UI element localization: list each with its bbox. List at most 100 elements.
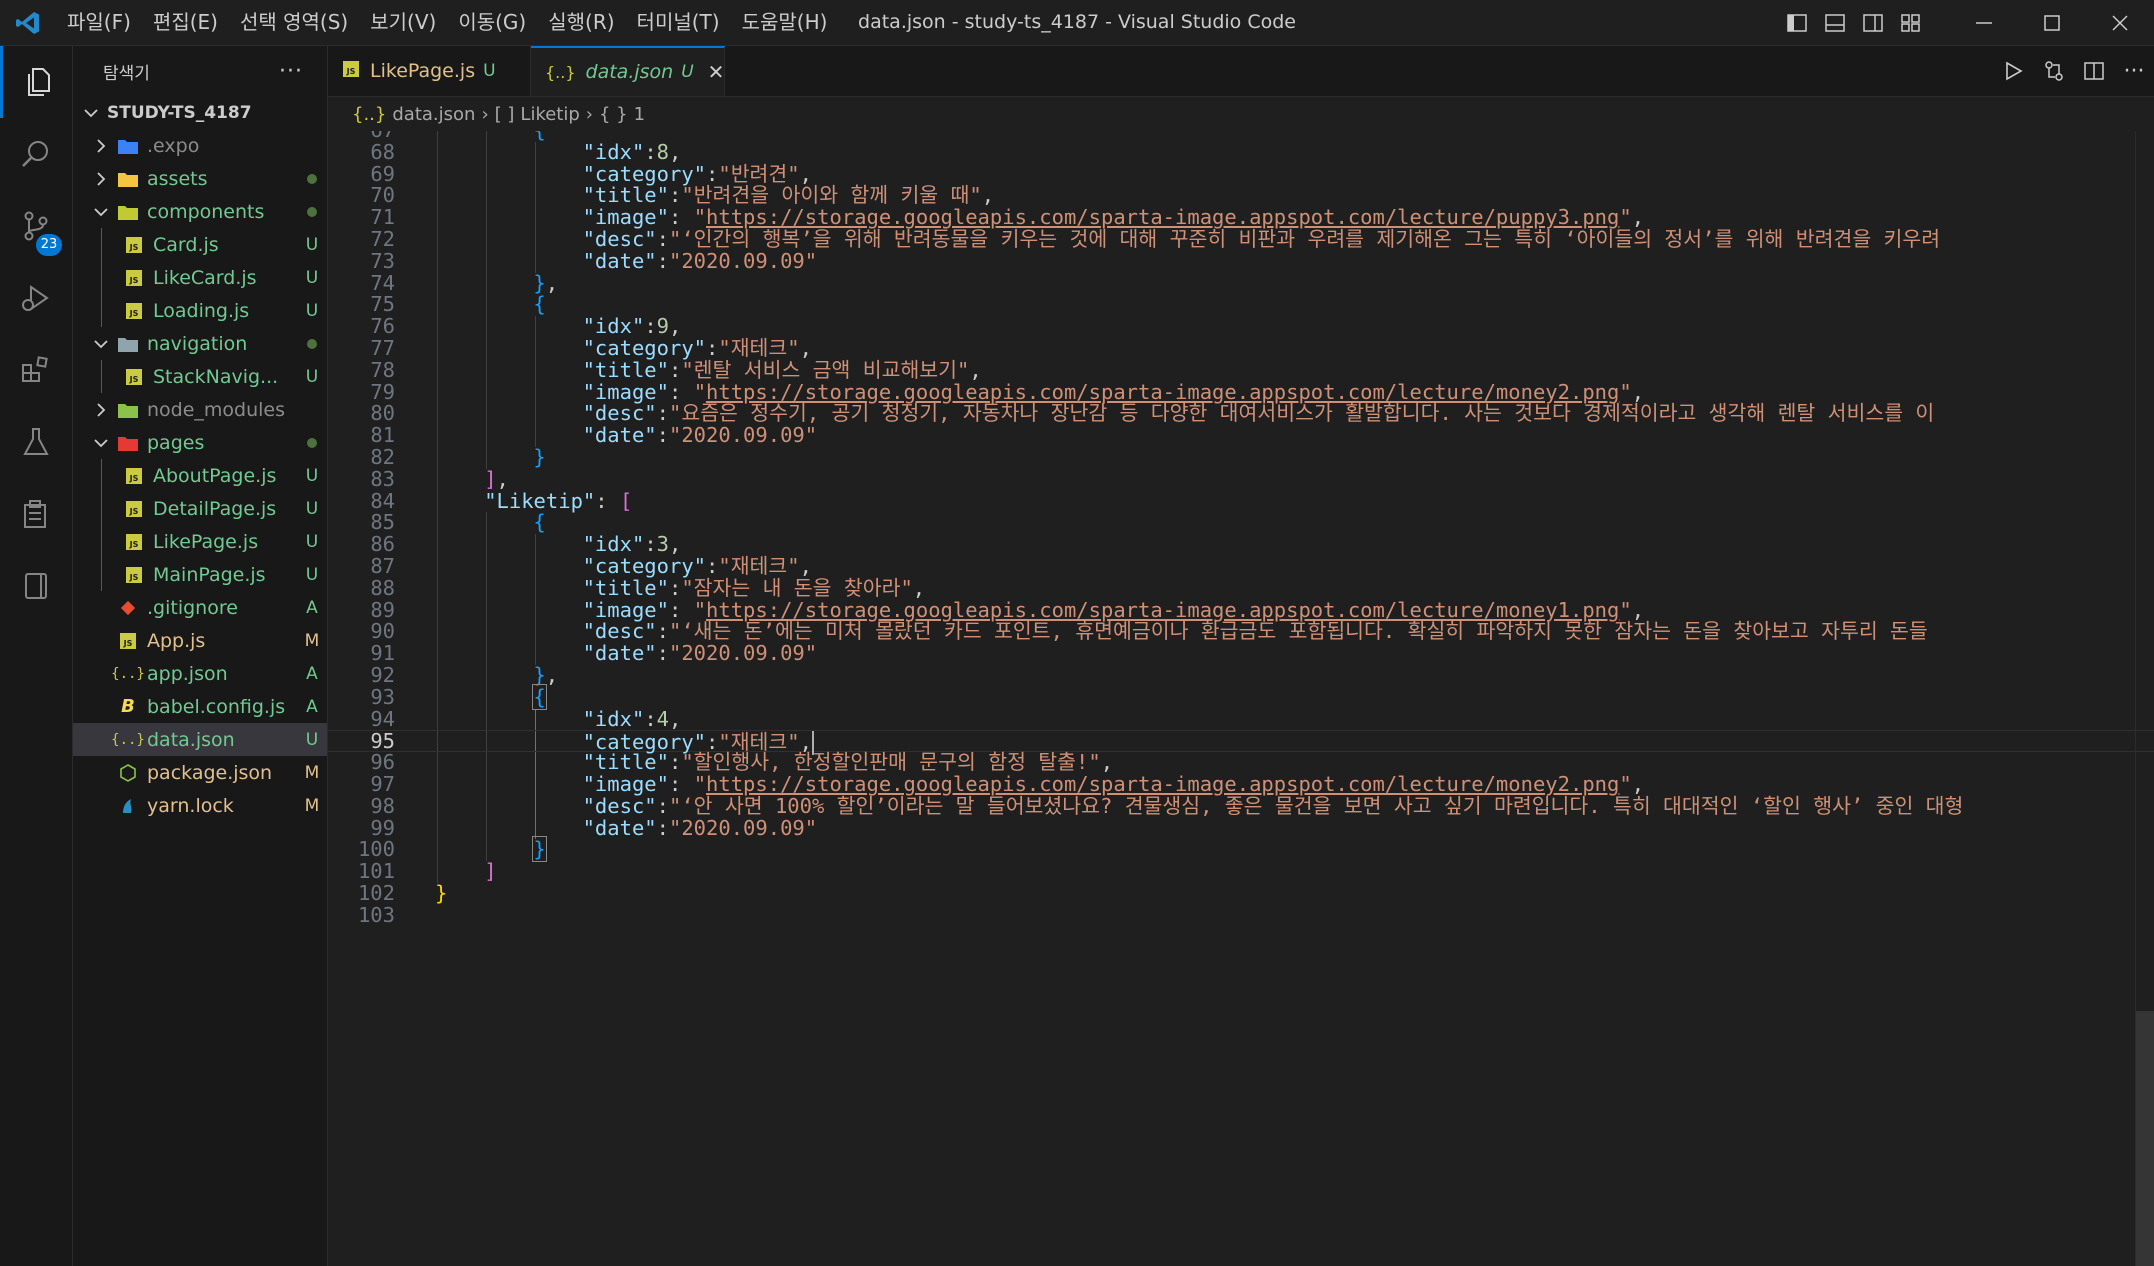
line-number: 94 bbox=[370, 706, 395, 731]
tab-likepage[interactable]: JS LikePage.js U bbox=[328, 46, 531, 96]
breadcrumb-object[interactable]: 1 bbox=[634, 104, 645, 125]
url-link[interactable]: https://storage.googleapis.com/sparta-im… bbox=[706, 598, 1619, 622]
code-token: "category" bbox=[582, 554, 707, 578]
code-token: "idx" bbox=[582, 314, 645, 339]
tree-file[interactable]: Bbabel.config.js A bbox=[73, 690, 327, 723]
tree-file[interactable]: JS AboutPage.js U bbox=[73, 459, 327, 492]
tree-folder[interactable]: navigation bbox=[73, 327, 327, 360]
tree-file[interactable]: JS DetailPage.js U bbox=[73, 492, 327, 525]
tree-file[interactable]: JS Loading.js U bbox=[73, 294, 327, 327]
customize-layout-icon[interactable] bbox=[1892, 0, 1930, 45]
line-number: 76 bbox=[370, 314, 395, 339]
testing-icon[interactable] bbox=[0, 406, 72, 478]
url-link[interactable]: https://storage.googleapis.com/sparta-im… bbox=[706, 772, 1619, 796]
tab-data-json[interactable]: {..} data.json U ✕ bbox=[531, 46, 725, 96]
open-changes-icon[interactable] bbox=[2034, 46, 2074, 96]
tree-folder[interactable]: assets bbox=[73, 162, 327, 195]
tree-item-label: .expo bbox=[147, 134, 200, 157]
code-token: "desc" bbox=[582, 401, 657, 426]
git-status: U bbox=[305, 531, 319, 552]
workspace-root[interactable]: STUDY-TS_4187 bbox=[73, 96, 327, 129]
close-tab-icon[interactable]: ✕ bbox=[708, 60, 725, 84]
tree-file[interactable]: .gitignore A bbox=[73, 591, 327, 624]
more-actions-icon[interactable]: ··· bbox=[279, 59, 303, 84]
line-code: "date":"2020.09.09" bbox=[583, 642, 818, 665]
remote-explorer-icon[interactable] bbox=[0, 478, 72, 550]
json-file-icon: {..} bbox=[352, 103, 387, 125]
git-status: M bbox=[304, 630, 320, 651]
git-status bbox=[297, 433, 327, 453]
scrollbar-thumb[interactable] bbox=[2136, 1011, 2154, 1266]
code-token: "‘안 사면 100% 할인’이라는 말 들어보셨나요? 견물생심, 좋은 물건… bbox=[669, 793, 1964, 818]
tree-folder[interactable]: .expo bbox=[73, 129, 327, 162]
tree-folder[interactable]: node_modules bbox=[73, 393, 327, 426]
run-icon[interactable] bbox=[1994, 46, 2034, 96]
git-status: U bbox=[305, 498, 319, 519]
extensions-icon[interactable] bbox=[0, 334, 72, 406]
tree-file[interactable]: JS App.js M bbox=[73, 624, 327, 657]
menu-item[interactable]: 파일(F) bbox=[56, 0, 142, 45]
tree-file[interactable]: JS MainPage.js U bbox=[73, 558, 327, 591]
code-token: "렌탈 서비스 금액 비교해보기" bbox=[681, 357, 970, 382]
run-debug-icon[interactable] bbox=[0, 262, 72, 334]
menu-item[interactable]: 실행(R) bbox=[537, 0, 625, 45]
vscode-logo-icon[interactable] bbox=[0, 0, 56, 45]
title-bar: 파일(F) 편집(E) 선택 영역(S) 보기(V) 이동(G) 실행(R) 터미널(T) 도… bbox=[0, 0, 2154, 46]
git-status: M bbox=[304, 795, 320, 816]
maximize-icon[interactable] bbox=[2018, 0, 2086, 45]
line-number: 74 bbox=[370, 270, 395, 295]
url-link[interactable]: https://storage.googleapis.com/sparta-im… bbox=[706, 205, 1619, 229]
split-editor-icon[interactable] bbox=[2074, 46, 2114, 96]
toggle-panel-icon[interactable] bbox=[1816, 0, 1854, 45]
tree-file[interactable]: package.json M bbox=[73, 756, 327, 789]
git-status: U bbox=[305, 729, 319, 750]
code-token: "category" bbox=[582, 336, 707, 360]
search-icon[interactable] bbox=[0, 118, 72, 190]
code-token: : bbox=[644, 532, 657, 557]
tree-file[interactable]: {..} data.json U bbox=[73, 723, 327, 756]
menu-item[interactable]: 편집(E) bbox=[142, 0, 229, 45]
code-token: 4 bbox=[656, 706, 669, 731]
tree-file[interactable]: yarn.lock M bbox=[73, 789, 327, 822]
breadcrumb-file[interactable]: data.json bbox=[392, 104, 475, 125]
toggle-primary-sidebar-icon[interactable] bbox=[1778, 0, 1816, 45]
close-window-icon[interactable] bbox=[2086, 0, 2154, 45]
code-line: 72 "desc":"‘인간의 행복’을 위해 반려동물을 키우는 것에 대해 꾸… bbox=[328, 228, 2154, 251]
code-token: "date" bbox=[582, 423, 657, 448]
source-control-icon[interactable]: 23 bbox=[0, 190, 72, 262]
tree-folder[interactable]: components bbox=[73, 195, 327, 228]
code-token: "요즘은 정수기, 공기 청정기, 자동차나 장난감 등 다양한 대여서비스가 … bbox=[669, 401, 1935, 426]
code-token: "재테크" bbox=[718, 554, 800, 578]
indent-guide bbox=[101, 294, 102, 327]
code-editor[interactable]: 67{68"idx":8,69"category":"반려견",70"title… bbox=[328, 131, 2154, 1266]
tree-file[interactable]: JS LikeCard.js U bbox=[73, 261, 327, 294]
code-token: 8 bbox=[656, 139, 669, 164]
indent-guide bbox=[101, 228, 102, 261]
tree-file[interactable]: JS Card.js U bbox=[73, 228, 327, 261]
code-line: 101] bbox=[328, 860, 2154, 883]
code-token: , bbox=[1631, 597, 1645, 622]
menu-item[interactable]: 보기(V) bbox=[359, 0, 447, 45]
code-token: : bbox=[669, 379, 694, 404]
code-line: 86 "idx":3, bbox=[328, 532, 2154, 557]
tree-file[interactable]: {..} app.json A bbox=[73, 657, 327, 690]
menu-item[interactable]: 터미널(T) bbox=[626, 0, 731, 45]
workspace-root-label: STUDY-TS_4187 bbox=[107, 102, 252, 123]
tree-folder[interactable]: pages bbox=[73, 426, 327, 459]
tree-file[interactable]: JS StackNavig... U bbox=[73, 360, 327, 393]
menu-item[interactable]: 선택 영역(S) bbox=[229, 0, 359, 45]
url-link[interactable]: https://storage.googleapis.com/sparta-im… bbox=[706, 380, 1619, 404]
code-token: "desc" bbox=[582, 619, 657, 644]
tree-file[interactable]: JS LikePage.js U bbox=[73, 525, 327, 558]
breadcrumb-array[interactable]: Liketip bbox=[520, 104, 579, 125]
more-actions-icon[interactable]: ··· bbox=[2114, 46, 2154, 96]
js-file-icon: JS bbox=[123, 267, 145, 289]
minimize-icon[interactable] bbox=[1950, 0, 2018, 45]
menu-item[interactable]: 도움말(H) bbox=[731, 0, 839, 45]
menu-item[interactable]: 이동(G) bbox=[447, 0, 537, 45]
notebook-icon[interactable] bbox=[0, 550, 72, 622]
code-token: "‘새는 돈’에는 미처 몰랐던 카드 포인트, 휴면예금이나 환급금도 포함됩… bbox=[669, 619, 1928, 644]
line-code: "image": "https://storage.googleapis.com… bbox=[583, 205, 1644, 229]
explorer-icon[interactable] bbox=[0, 46, 72, 118]
toggle-secondary-sidebar-icon[interactable] bbox=[1854, 0, 1892, 45]
